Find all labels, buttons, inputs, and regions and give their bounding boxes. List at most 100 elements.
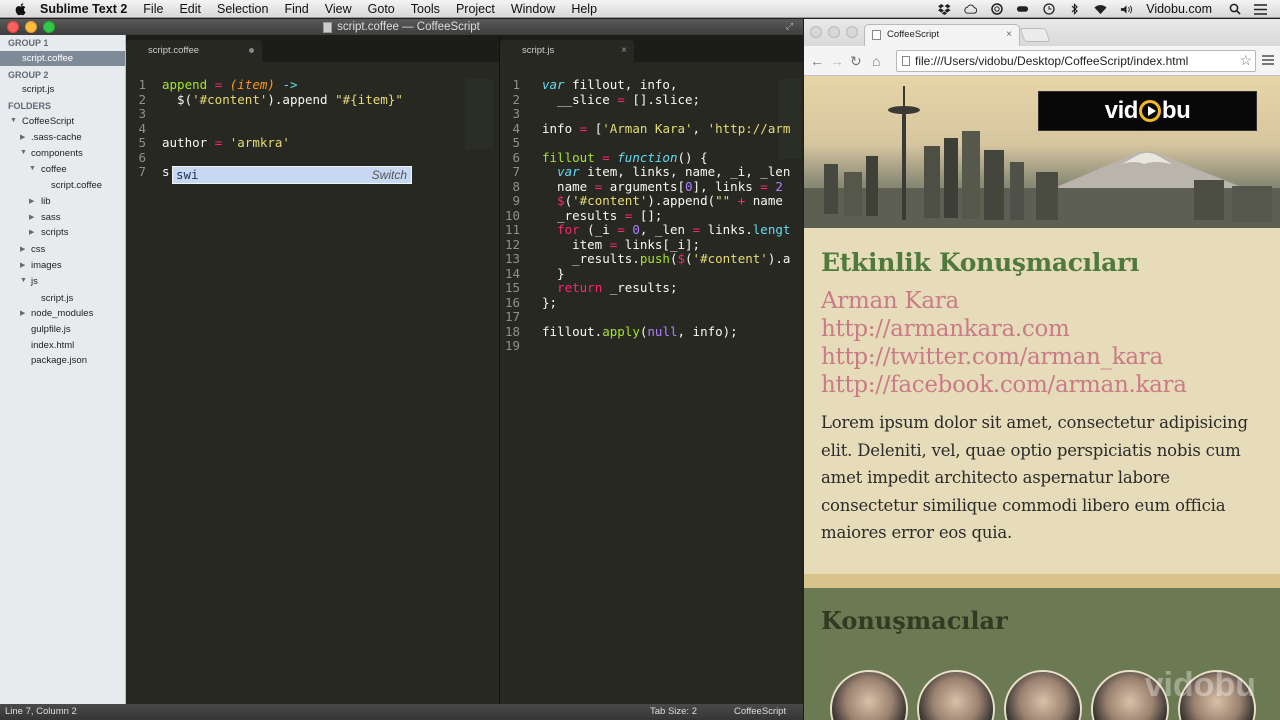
line-number: 14 bbox=[504, 265, 520, 281]
unsaved-dot-icon[interactable] bbox=[249, 48, 254, 53]
close-window-icon[interactable] bbox=[810, 26, 822, 38]
menu-tools[interactable]: Tools bbox=[411, 2, 440, 16]
folder-css[interactable]: css bbox=[31, 242, 45, 257]
close-tab-icon[interactable]: × bbox=[621, 40, 627, 62]
minimap[interactable] bbox=[779, 79, 801, 159]
menu-app-name[interactable]: Sublime Text 2 bbox=[40, 2, 127, 16]
sidebar-open-file-script-js[interactable]: script.js bbox=[22, 82, 54, 97]
speakers-section-heading: Konuşmacılar bbox=[821, 606, 1008, 635]
sublime-window-title: script.coffee — CoffeeScript bbox=[323, 19, 480, 35]
folder-collapsed-icon[interactable]: ▶ bbox=[29, 228, 34, 236]
speaker-facebook-link[interactable]: http://facebook.com/arman.kara bbox=[821, 371, 1261, 399]
wifi-icon[interactable] bbox=[1094, 3, 1107, 15]
bluetooth-icon[interactable] bbox=[1068, 3, 1081, 15]
tab-script-coffee[interactable]: script.coffee bbox=[126, 40, 262, 62]
folder-sass[interactable]: sass bbox=[41, 210, 61, 225]
file-gulpfile-js[interactable]: gulpfile.js bbox=[31, 322, 71, 337]
folder-coffee[interactable]: coffee bbox=[41, 162, 67, 177]
folder-collapsed-icon[interactable]: ▶ bbox=[29, 213, 34, 221]
browser-menu-icon[interactable] bbox=[1262, 55, 1274, 65]
forward-arrow-icon[interactable]: → bbox=[830, 53, 844, 69]
folder-expanded-icon[interactable]: ▼ bbox=[29, 165, 36, 172]
notification-center-icon[interactable] bbox=[1254, 3, 1267, 15]
cloud-icon[interactable] bbox=[964, 3, 978, 15]
sidebar-open-file-script-coffee[interactable]: script.coffee bbox=[0, 51, 125, 66]
file-script-js[interactable]: script.js bbox=[41, 291, 73, 306]
file-package-json[interactable]: package.json bbox=[31, 353, 87, 368]
gamepad-icon[interactable] bbox=[1016, 3, 1029, 15]
folder-collapsed-icon[interactable]: ▶ bbox=[20, 261, 25, 269]
spotlight-search-icon[interactable] bbox=[1228, 3, 1241, 15]
close-window-icon[interactable] bbox=[7, 21, 19, 33]
folder-collapsed-icon[interactable]: ▶ bbox=[20, 133, 25, 141]
bookmark-star-icon[interactable]: ☆ bbox=[1239, 52, 1252, 69]
file-script-coffee[interactable]: script.coffee bbox=[51, 178, 102, 193]
menu-find[interactable]: Find bbox=[284, 2, 308, 16]
editor-pane-right[interactable]: script.js × 1 var fillout, info, 2 __slic… bbox=[500, 35, 803, 704]
speaker-avatar[interactable] bbox=[1004, 670, 1082, 720]
line-number: 19 bbox=[504, 338, 520, 353]
file-index-html[interactable]: index.html bbox=[31, 338, 74, 353]
page-favicon-icon bbox=[872, 30, 881, 40]
vidobu-watermark: vidobu bbox=[1144, 666, 1256, 704]
minimize-window-icon[interactable] bbox=[828, 26, 840, 38]
home-icon[interactable]: ⌂ bbox=[872, 53, 880, 69]
address-bar[interactable]: file:///Users/vidobu/Desktop/CoffeeScrip… bbox=[896, 50, 1256, 72]
folder-scripts[interactable]: scripts bbox=[41, 225, 68, 240]
speaker-website-link[interactable]: http://armankara.com bbox=[821, 315, 1261, 343]
apple-icon[interactable] bbox=[14, 2, 28, 16]
speaker-avatar[interactable] bbox=[830, 670, 908, 720]
menu-goto[interactable]: Goto bbox=[368, 2, 395, 16]
back-arrow-icon[interactable]: ← bbox=[810, 53, 824, 69]
line-number: 1 bbox=[138, 77, 146, 92]
menu-file[interactable]: File bbox=[143, 2, 163, 16]
menu-selection[interactable]: Selection bbox=[217, 2, 268, 16]
menu-view[interactable]: View bbox=[325, 2, 352, 16]
time-machine-icon[interactable] bbox=[1042, 3, 1055, 15]
menu-edit[interactable]: Edit bbox=[179, 2, 201, 16]
reload-icon[interactable]: ↻ bbox=[850, 53, 862, 70]
close-tab-icon[interactable]: × bbox=[1006, 25, 1012, 45]
menu-help[interactable]: Help bbox=[571, 2, 597, 16]
syntax-selector[interactable]: CoffeeScript bbox=[734, 704, 786, 720]
document-icon bbox=[323, 21, 333, 33]
folder-components[interactable]: components bbox=[31, 146, 83, 161]
editor-pane-left[interactable]: script.coffee 1 append = (item) -> 2 $('#… bbox=[126, 35, 499, 704]
sidebar-folders-header: FOLDERS bbox=[8, 101, 52, 111]
folder-sass-cache[interactable]: .sass-cache bbox=[31, 130, 82, 145]
menu-user-name[interactable]: Vidobu.com bbox=[1146, 2, 1212, 16]
folder-collapsed-icon[interactable]: ▶ bbox=[20, 309, 25, 317]
folder-collapsed-icon[interactable]: ▶ bbox=[29, 197, 34, 205]
zoom-window-icon[interactable] bbox=[846, 26, 858, 38]
dropbox-icon[interactable] bbox=[938, 3, 951, 15]
browser-tab[interactable]: CoffeeScript × bbox=[864, 24, 1020, 46]
new-tab-button[interactable] bbox=[1019, 28, 1051, 42]
code-line-cursor[interactable]: s bbox=[162, 164, 170, 180]
volume-icon[interactable] bbox=[1120, 3, 1133, 15]
folder-node-modules[interactable]: node_modules bbox=[31, 306, 93, 321]
code-line: info = ['Arman Kara', 'http://arm bbox=[542, 120, 791, 136]
autocomplete-suggestion[interactable]: swi Switch bbox=[172, 166, 412, 184]
sublime-titlebar[interactable]: script.coffee — CoffeeScript ⤢ bbox=[0, 19, 803, 35]
folder-expanded-icon[interactable]: ▼ bbox=[20, 277, 27, 284]
menu-window[interactable]: Window bbox=[511, 2, 555, 16]
speaker-avatar[interactable] bbox=[917, 670, 995, 720]
folder-lib[interactable]: lib bbox=[41, 194, 51, 209]
tab-size-selector[interactable]: Tab Size: 2 bbox=[650, 704, 697, 720]
line-number: 15 bbox=[504, 280, 520, 295]
folder-coffeescript[interactable]: CoffeeScript bbox=[22, 114, 74, 129]
menu-project[interactable]: Project bbox=[456, 2, 495, 16]
folder-collapsed-icon[interactable]: ▶ bbox=[20, 245, 25, 253]
folder-expanded-icon[interactable]: ▼ bbox=[10, 117, 17, 124]
tab-script-js[interactable]: script.js × bbox=[500, 40, 634, 62]
minimize-window-icon[interactable] bbox=[25, 21, 37, 33]
folder-images[interactable]: images bbox=[31, 258, 62, 273]
zoom-window-icon[interactable] bbox=[43, 21, 55, 33]
folder-expanded-icon[interactable]: ▼ bbox=[20, 149, 27, 156]
speaker-twitter-link[interactable]: http://twitter.com/arman_kara bbox=[821, 343, 1261, 371]
lifebuoy-icon[interactable] bbox=[990, 3, 1003, 15]
vidobu-logo[interactable]: vid bu bbox=[1038, 91, 1257, 131]
fullscreen-icon[interactable]: ⤢ bbox=[784, 21, 795, 32]
folder-js[interactable]: js bbox=[31, 274, 38, 289]
minimap[interactable] bbox=[465, 79, 493, 149]
